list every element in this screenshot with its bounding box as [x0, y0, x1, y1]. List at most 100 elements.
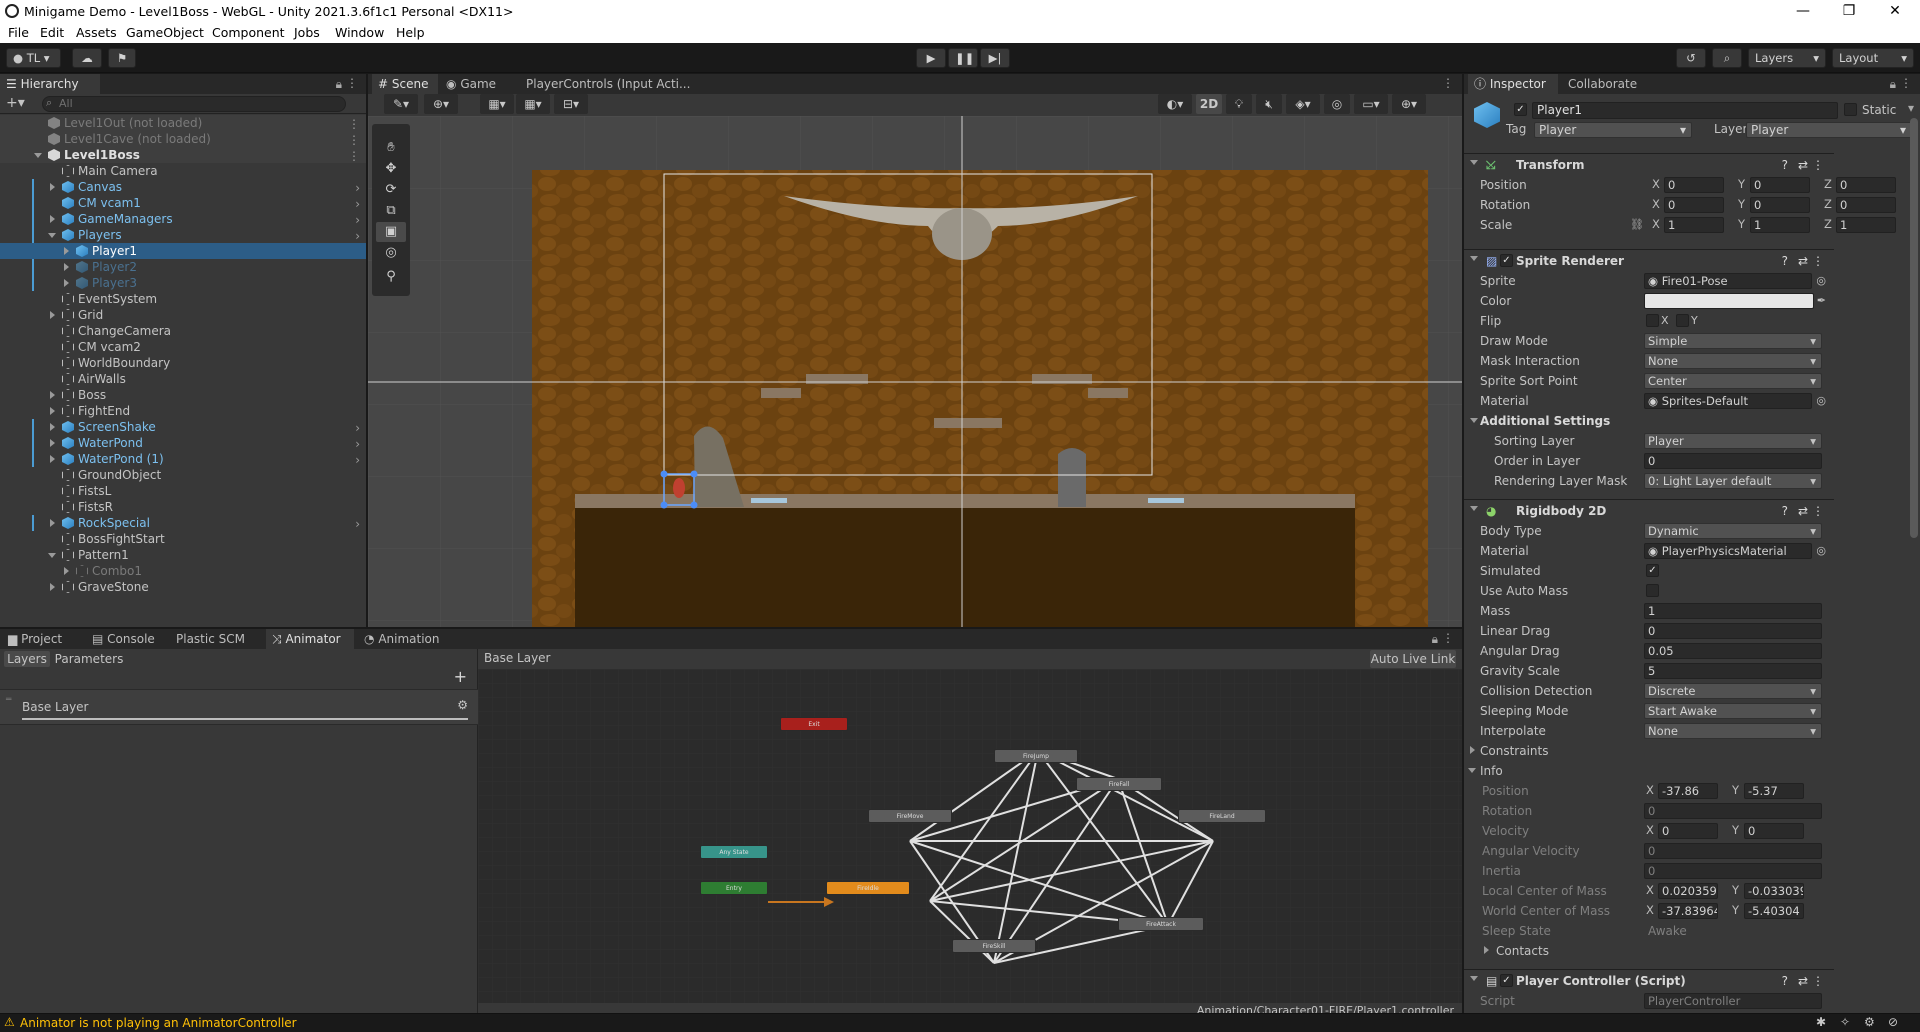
more-icon[interactable]: ⋮	[1900, 76, 1912, 90]
hierarchy-item[interactable]: CM vcam2	[0, 339, 366, 355]
preset-icon[interactable]: ⇄	[1798, 250, 1808, 272]
collapse-arrow-icon[interactable]	[50, 455, 55, 463]
collapse-arrow-icon[interactable]	[64, 279, 69, 287]
interpolate-dropdown[interactable]: None	[1644, 723, 1822, 739]
scale-z-value[interactable]: 1	[1836, 217, 1896, 233]
transform-header[interactable]: ⤩ Transform ? ⇄ ⋮	[1464, 153, 1834, 175]
info-foldout[interactable]: Info	[1464, 762, 1834, 780]
handle[interactable]	[660, 470, 668, 478]
scale-tool[interactable]: ⧉	[376, 201, 406, 221]
chevron-down-icon[interactable]: ▾	[1908, 101, 1914, 115]
more-icon[interactable]: ⋮	[348, 132, 360, 148]
angular-drag-field[interactable]: 0.05	[1644, 643, 1822, 659]
history-button[interactable]: ↺	[1676, 48, 1706, 68]
hierarchy-item[interactable]: Canvas ›	[0, 179, 366, 195]
chevron-right-icon[interactable]: ›	[355, 212, 360, 228]
menu-edit[interactable]: Edit	[40, 25, 64, 40]
state-fire-attack[interactable]: FireAttack	[1118, 917, 1204, 931]
rotation-y-field[interactable]: Y0	[1738, 197, 1822, 213]
preset-icon[interactable]: ⇄	[1798, 970, 1808, 992]
hierarchy-search-input[interactable]: All	[42, 96, 346, 112]
lock-icon[interactable]: 🔒︎	[336, 77, 342, 92]
simulated-checkbox[interactable]: ✓	[1646, 564, 1659, 577]
base-layer-item[interactable]: ═ Base Layer ⚙	[0, 689, 478, 725]
rotation-y-value[interactable]: 0	[1750, 197, 1810, 213]
tab-scene[interactable]: # Scene	[372, 74, 438, 94]
body-type-dropdown[interactable]: Dynamic	[1644, 523, 1822, 539]
debug-icon[interactable]: ✱	[1816, 1015, 1826, 1029]
rigidbody-header[interactable]: ◕ Rigidbody 2D ? ⇄ ⋮	[1464, 499, 1834, 521]
handle[interactable]	[660, 501, 668, 509]
position-y-field[interactable]: Y0	[1738, 177, 1822, 193]
more-icon[interactable]: ⋮	[1812, 154, 1824, 176]
status-message[interactable]: Animator is not playing an AnimatorContr…	[20, 1016, 297, 1030]
transform-tool[interactable]: ◎	[376, 243, 406, 263]
more-icon[interactable]: ⋮	[346, 76, 358, 90]
draw-mode-button[interactable]: ✎▾	[384, 94, 418, 114]
active-checkbox[interactable]: ✓	[1514, 103, 1527, 116]
add-icon[interactable]: +▾	[6, 95, 25, 111]
collapse-arrow-icon[interactable]	[64, 567, 69, 575]
camera-button[interactable]: ▭▾	[1354, 94, 1388, 114]
chevron-right-icon[interactable]: ›	[355, 180, 360, 196]
object-picker-icon[interactable]: ◎	[1816, 542, 1826, 560]
search-button[interactable]: ⌕	[1712, 48, 1742, 68]
hierarchy-item[interactable]: EventSystem	[0, 291, 366, 307]
scale-y-value[interactable]: 1	[1750, 217, 1810, 233]
hierarchy-item[interactable]: Player1	[0, 243, 366, 259]
entry-state[interactable]: Entry	[700, 881, 768, 895]
cloud-button[interactable]: ☁	[72, 48, 102, 68]
additional-settings-foldout[interactable]: Additional Settings	[1464, 412, 1834, 430]
chevron-right-icon[interactable]: ›	[355, 436, 360, 452]
material-field[interactable]: ◉ Sprites-Default	[1644, 393, 1812, 409]
hierarchy-item[interactable]: Level1Boss ⋮	[0, 147, 366, 163]
expand-arrow-icon[interactable]	[48, 233, 56, 238]
tab-collaborate[interactable]: Collaborate	[1562, 74, 1652, 94]
any-state[interactable]: Any State	[700, 845, 768, 859]
grid-snap-button[interactable]: ▦▾	[480, 94, 514, 114]
draw-mode-dropdown[interactable]: Simple	[1644, 333, 1822, 349]
maximize-button[interactable]: ❐	[1826, 0, 1872, 23]
chevron-right-icon[interactable]: ›	[355, 196, 360, 212]
hierarchy-item[interactable]: Pattern1	[0, 547, 366, 563]
hierarchy-item[interactable]: FightEnd	[0, 403, 366, 419]
collapse-arrow-icon[interactable]	[50, 407, 55, 415]
tab-console[interactable]: ▤ Console	[86, 629, 166, 649]
use-auto-mass-checkbox[interactable]	[1646, 584, 1659, 597]
hierarchy-item[interactable]: ChangeCamera	[0, 323, 366, 339]
scale-x-value[interactable]: 1	[1664, 217, 1724, 233]
collapse-arrow-icon[interactable]	[50, 519, 55, 527]
constraints-foldout[interactable]: Constraints	[1464, 742, 1834, 760]
progress-icon[interactable]: ⚙	[1864, 1015, 1875, 1029]
expand-arrow-icon[interactable]	[48, 553, 56, 558]
layers-dropdown[interactable]: Layers ▾	[1748, 48, 1826, 68]
collapse-arrow-icon[interactable]	[64, 247, 69, 255]
more-icon[interactable]: ⋮	[1812, 970, 1824, 992]
color-field[interactable]	[1644, 293, 1814, 309]
hierarchy-item[interactable]: CM vcam1 ›	[0, 195, 366, 211]
tab-inspector[interactable]: ⓘ Inspector	[1468, 74, 1558, 94]
menu-window[interactable]: Window	[335, 25, 384, 40]
tag-dropdown[interactable]: Player ▾	[1534, 122, 1692, 138]
hierarchy-item[interactable]: GroundObject	[0, 467, 366, 483]
hierarchy-item[interactable]: Boss	[0, 387, 366, 403]
scene-viewport[interactable]: ✋︎ ✥ ⟳ ⧉ ▣ ◎ ⚲	[368, 116, 1462, 627]
hierarchy-item[interactable]: FistsL	[0, 483, 366, 499]
state-fire-move[interactable]: FireMove	[868, 809, 952, 823]
position-x-field[interactable]: X0	[1652, 177, 1736, 193]
rotate-tool[interactable]: ⟳	[376, 180, 406, 200]
order-in-layer-field[interactable]: 0	[1644, 453, 1822, 469]
scale-x-field[interactable]: X1	[1652, 217, 1736, 233]
hierarchy-item[interactable]: Player3	[0, 275, 366, 291]
move-tool[interactable]: ✥	[376, 159, 406, 179]
2d-toggle[interactable]: 2D	[1196, 94, 1222, 114]
position-x-value[interactable]: 0	[1664, 177, 1724, 193]
tab-project[interactable]: ▆ Project	[2, 629, 82, 649]
parameters-tab[interactable]: Parameters	[54, 651, 124, 667]
more-icon[interactable]: ⋮	[1442, 631, 1454, 645]
add-layer-icon[interactable]: +	[454, 667, 467, 686]
lighting-toggle[interactable]: 💡︎	[1226, 94, 1252, 114]
collapse-arrow-icon[interactable]	[50, 311, 55, 319]
help-icon[interactable]: ?	[1782, 154, 1788, 176]
scale-y-field[interactable]: Y1	[1738, 217, 1822, 233]
